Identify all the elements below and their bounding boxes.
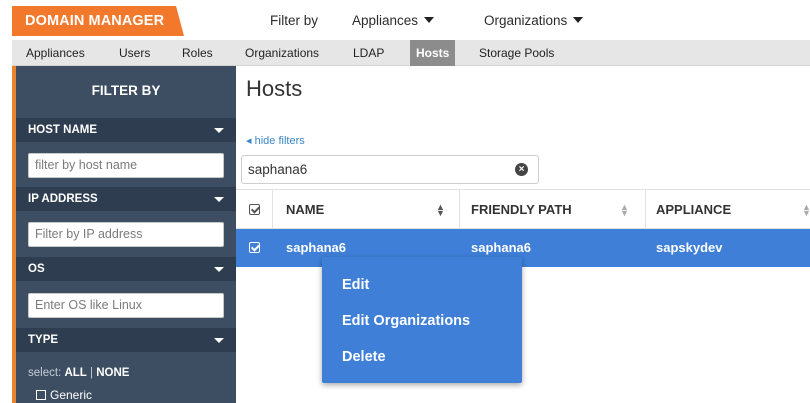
tab-users[interactable]: Users — [119, 40, 150, 66]
chevron-down-icon — [424, 17, 435, 24]
menu-item-delete[interactable]: Delete — [342, 349, 386, 365]
menu-item-edit-organizations[interactable]: Edit Organizations — [342, 313, 470, 329]
host-name-section-header[interactable]: HOST NAME — [16, 118, 236, 142]
menu-item-edit[interactable]: Edit — [342, 277, 369, 293]
app-brand: DOMAIN MANAGER — [12, 6, 184, 36]
hide-filters-link[interactable]: ◂ hide filters — [246, 134, 305, 147]
appliances-menu-label: Appliances — [352, 13, 419, 28]
organizations-menu[interactable]: Organizations — [484, 13, 584, 28]
filter-sidebar: FILTER BY HOST NAME filter by host name … — [16, 66, 236, 403]
table-header: NAME ▲ ▼ FRIENDLY PATH ▲ ▼ APPLIANCE ▲ ▼ — [236, 189, 810, 230]
search-input[interactable]: saphana6 × — [241, 155, 539, 184]
ip-address-filter-input[interactable]: Filter by IP address — [28, 222, 224, 247]
chevron-down-icon — [214, 338, 224, 343]
search-value: saphana6 — [248, 162, 308, 177]
type-option-generic[interactable]: Generic — [36, 388, 92, 402]
select-all-link[interactable]: ALL — [64, 367, 86, 379]
tab-storage-pools[interactable]: Storage Pools — [479, 40, 554, 66]
sort-icon[interactable]: ▲ ▼ — [436, 203, 445, 218]
sort-icon[interactable]: ▲ ▼ — [620, 203, 629, 218]
chevron-down-icon — [214, 267, 224, 272]
chevron-down-icon — [573, 17, 584, 24]
type-section-header[interactable]: TYPE — [16, 328, 236, 352]
os-filter-input[interactable]: Enter OS like Linux — [28, 293, 224, 318]
row-context-menu: Edit Edit Organizations Delete — [322, 257, 522, 383]
sort-icon[interactable]: ▲ ▼ — [802, 203, 810, 218]
appliances-menu[interactable]: Appliances — [352, 13, 435, 28]
chevron-down-icon — [214, 197, 224, 202]
type-label: TYPE — [28, 334, 59, 346]
column-divider — [645, 190, 646, 230]
filter-by-label: Filter by — [270, 13, 319, 28]
tab-ldap[interactable]: LDAP — [353, 40, 384, 66]
chevron-down-icon — [214, 128, 224, 133]
clear-search-icon[interactable]: × — [515, 163, 528, 176]
column-divider — [272, 190, 273, 230]
os-section-header[interactable]: OS — [16, 257, 236, 281]
select-all-checkbox[interactable] — [249, 204, 260, 215]
os-label: OS — [28, 263, 45, 275]
column-divider — [459, 190, 460, 230]
generic-checkbox[interactable] — [36, 389, 46, 400]
filter-by-menu[interactable]: Filter by — [270, 13, 318, 28]
column-header-appliance[interactable]: APPLIANCE — [656, 190, 731, 230]
host-name-filter-input[interactable]: filter by host name — [28, 153, 224, 178]
page-title: Hosts — [246, 76, 303, 101]
row-checkbox[interactable] — [249, 242, 260, 253]
ip-address-section-header[interactable]: IP ADDRESS — [16, 187, 236, 211]
select-prefix: select: — [28, 367, 62, 379]
organizations-menu-label: Organizations — [484, 13, 568, 28]
host-name-label: HOST NAME — [28, 124, 97, 136]
column-header-friendly-path[interactable]: FRIENDLY PATH — [471, 190, 572, 230]
tab-organizations[interactable]: Organizations — [245, 40, 319, 66]
select-none-link[interactable]: NONE — [96, 367, 129, 379]
hide-filters-label: hide filters — [254, 135, 305, 147]
nav-tab-bar: Appliances Users Roles Organizations LDA… — [12, 40, 810, 66]
select-separator: | — [90, 367, 94, 379]
ip-address-label: IP ADDRESS — [28, 193, 98, 205]
column-header-name[interactable]: NAME — [286, 190, 324, 230]
generic-option-label: Generic — [50, 388, 93, 402]
select-all-none: select: ALL | NONE — [28, 367, 129, 379]
filter-by-title: FILTER BY — [91, 83, 161, 98]
top-bar: DOMAIN MANAGER Filter by Appliances Orga… — [0, 0, 810, 40]
cell-appliance: sapskydev — [656, 240, 723, 255]
tab-appliances[interactable]: Appliances — [26, 40, 85, 66]
tab-hosts[interactable]: Hosts — [410, 40, 456, 66]
tab-roles[interactable]: Roles — [182, 40, 213, 66]
chevron-left-icon: ◂ — [246, 135, 252, 147]
